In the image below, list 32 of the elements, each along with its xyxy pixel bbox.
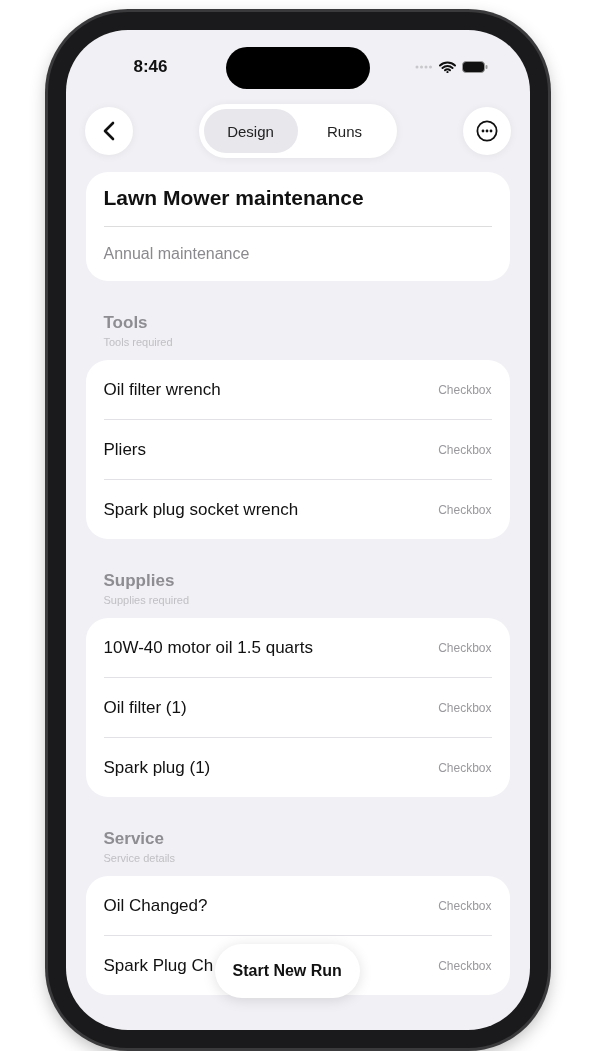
- field-type-label: Checkbox: [438, 382, 492, 397]
- item-label[interactable]: Spark Plug Ch: [103, 955, 214, 976]
- section-title: Service: [103, 829, 165, 849]
- item-label[interactable]: Oil filter (1): [103, 697, 187, 718]
- section-title: Supplies: [103, 571, 176, 591]
- item-label[interactable]: Spark plug (1): [103, 757, 211, 778]
- field-type-label: Checkbox: [438, 898, 492, 913]
- item-label[interactable]: 10W-40 motor oil 1.5 quarts: [103, 637, 313, 658]
- segment-tab[interactable]: Design: [203, 109, 298, 153]
- item-label[interactable]: Oil Changed?: [103, 895, 208, 916]
- item-label[interactable]: Oil filter wrench: [103, 379, 221, 400]
- field-type-label: Checkbox: [438, 700, 492, 715]
- back-icon: [102, 121, 115, 141]
- field-type-label: Checkbox: [438, 958, 492, 973]
- section-title: Tools: [103, 313, 149, 333]
- more-button[interactable]: [462, 107, 511, 155]
- field-type-label: Checkbox: [438, 442, 492, 457]
- back-button[interactable]: [84, 107, 133, 155]
- field-type-label: Checkbox: [438, 502, 492, 517]
- signal-icon: [414, 65, 433, 69]
- item-label[interactable]: Spark plug socket wrench: [103, 499, 299, 520]
- status-time: 8:46: [133, 57, 168, 77]
- start-run-button[interactable]: Start New Run: [214, 944, 360, 998]
- battery-icon: [461, 61, 488, 73]
- checklist-description: Annual maintenance: [103, 244, 251, 264]
- segment-tab[interactable]: Runs: [297, 109, 392, 153]
- field-type-label: Checkbox: [438, 640, 492, 655]
- field-type-label: Checkbox: [438, 760, 492, 775]
- checklist-title: Lawn Mower maintenance: [103, 186, 492, 227]
- wifi-icon: [438, 61, 456, 73]
- more-icon: [475, 120, 498, 142]
- item-label[interactable]: Pliers: [103, 439, 146, 460]
